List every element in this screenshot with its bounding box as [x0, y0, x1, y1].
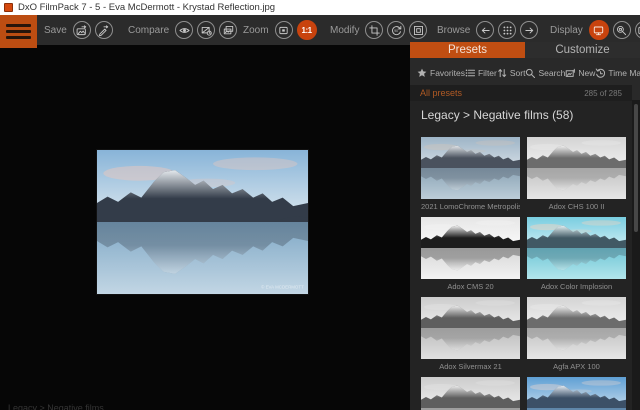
export-edit-button[interactable] [95, 21, 113, 39]
zoom-ratio-label: 1:1 [302, 26, 312, 35]
crop-icon [369, 25, 380, 36]
preset-item[interactable]: Agfa APX 100 [527, 297, 626, 371]
save-group-label: Save [44, 25, 67, 36]
display-group: Display [550, 15, 640, 45]
search-button[interactable]: Search [525, 68, 565, 78]
preset-item[interactable]: Adox Color Implosion [527, 217, 626, 291]
window-title: DxO FilmPack 7 - 5 - Eva McDermott - Kry… [18, 2, 275, 13]
preset-label: Adox CHS 100 II [527, 202, 626, 211]
favorites-filter[interactable]: Favorites [417, 68, 465, 78]
preset-scope-bar[interactable]: All presets 285 of 285 [410, 85, 632, 101]
preset-thumbnail [421, 217, 520, 279]
grid-icon [502, 25, 513, 36]
fit-screen-icon [278, 25, 289, 36]
compare-group: Compare [128, 15, 237, 45]
filter-menu[interactable]: Filter [465, 68, 497, 78]
scrollbar-thumb[interactable] [634, 104, 638, 232]
edit-export-icon [98, 25, 109, 36]
preset-grid: 2021 LomoChrome Metropolis 10... Adox CH… [421, 137, 627, 410]
preset-thumbnail [527, 217, 626, 279]
next-image-button[interactable] [520, 21, 538, 39]
scope-label: All presets [420, 88, 584, 98]
image-browser-button[interactable] [498, 21, 516, 39]
monitor-icon [593, 25, 604, 36]
preset-item[interactable]: 2021 LomoChrome Metropolis 10... [421, 137, 520, 211]
loupe-icon [616, 25, 627, 36]
display-group-label: Display [550, 25, 583, 36]
zoom-group-label: Zoom [243, 25, 269, 36]
star-icon [417, 68, 427, 78]
compare-split-button[interactable] [197, 21, 215, 39]
hamburger-icon [6, 24, 31, 27]
compare-stack-button[interactable] [219, 21, 237, 39]
tab-presets[interactable]: Presets [410, 42, 525, 58]
time-machine-button[interactable]: Time Machine [595, 68, 640, 78]
image-stack-icon [223, 25, 234, 36]
zoom-group: Zoom 1:1 [243, 15, 317, 45]
presets-filter-bar: Favorites Filter Sort Search New Time Ma… [417, 62, 627, 83]
modify-group: Modify 90 [330, 15, 427, 45]
panel-scrollbar[interactable] [632, 100, 640, 410]
arrow-right-icon [524, 25, 535, 36]
export-image-button[interactable] [73, 21, 91, 39]
compare-group-label: Compare [128, 25, 169, 36]
preset-item[interactable]: Adox CMS 20 [421, 217, 520, 291]
display-monitor-button[interactable] [589, 20, 609, 40]
browse-group-label: Browse [437, 25, 470, 36]
sort-menu[interactable]: Sort [497, 68, 526, 78]
time-machine-icon [595, 68, 605, 78]
zoom-1to1-button[interactable]: 1:1 [297, 20, 317, 40]
preset-item[interactable] [421, 377, 520, 410]
preset-label: 2021 LomoChrome Metropolis 10... [421, 202, 520, 211]
preset-thumbnail [527, 297, 626, 359]
main-photo: © EVA MCDERMOTT [97, 150, 308, 294]
split-view-icon [201, 25, 212, 36]
display-histogram-button[interactable] [635, 21, 640, 39]
preset-label: Adox Color Implosion [527, 282, 626, 291]
previous-image-button[interactable] [476, 21, 494, 39]
preset-thumbnail [527, 137, 626, 199]
new-preset-icon [565, 68, 575, 78]
preset-label: Adox CMS 20 [421, 282, 520, 291]
presets-panel: Presets Customize Favorites Filter Sort … [410, 42, 640, 410]
rotate-90-icon: 90 [391, 25, 402, 36]
title-bar: DxO FilmPack 7 - 5 - Eva McDermott - Kry… [0, 0, 640, 15]
preset-item[interactable]: Adox Silvermax 21 [421, 297, 520, 371]
tab-customize[interactable]: Customize [525, 42, 640, 58]
preset-thumbnail [421, 377, 520, 410]
preset-section-title: Legacy > Negative films (58) [421, 108, 573, 122]
rotate-button[interactable]: 90 [387, 21, 405, 39]
app-icon [4, 3, 13, 12]
preset-thumbnail [421, 297, 520, 359]
preset-label: Agfa APX 100 [527, 362, 626, 371]
frame-icon [413, 25, 424, 36]
crop-button[interactable] [365, 21, 383, 39]
new-preset-button[interactable]: New [565, 68, 595, 78]
svg-text:© EVA MCDERMOTT: © EVA MCDERMOTT [261, 284, 304, 290]
preset-label: Adox Silvermax 21 [421, 362, 520, 371]
preset-thumbnail [421, 137, 520, 199]
panel-tabs: Presets Customize [410, 42, 640, 58]
sort-icon [497, 68, 507, 78]
frame-button[interactable] [409, 21, 427, 39]
zoom-fit-button[interactable] [275, 21, 293, 39]
compare-preview-button[interactable] [175, 21, 193, 39]
browse-group: Browse [437, 15, 538, 45]
filter-list-icon [465, 68, 475, 78]
preset-item[interactable]: Adox CHS 100 II [527, 137, 626, 211]
modify-group-label: Modify [330, 25, 359, 36]
scope-count: 285 of 285 [584, 89, 622, 98]
arrow-left-icon [480, 25, 491, 36]
image-canvas[interactable]: © EVA MCDERMOTT Legacy > Negative films [0, 45, 410, 410]
image-export-icon [76, 25, 87, 36]
display-loupe-button[interactable] [613, 21, 631, 39]
save-group: Save [44, 15, 113, 45]
search-icon [525, 68, 535, 78]
canvas-preset-caption: Legacy > Negative films [8, 403, 104, 410]
main-menu-button[interactable] [0, 15, 37, 48]
preset-thumbnail [527, 377, 626, 410]
preset-item[interactable] [527, 377, 626, 410]
eye-icon [179, 25, 190, 36]
svg-text:90: 90 [394, 28, 398, 32]
